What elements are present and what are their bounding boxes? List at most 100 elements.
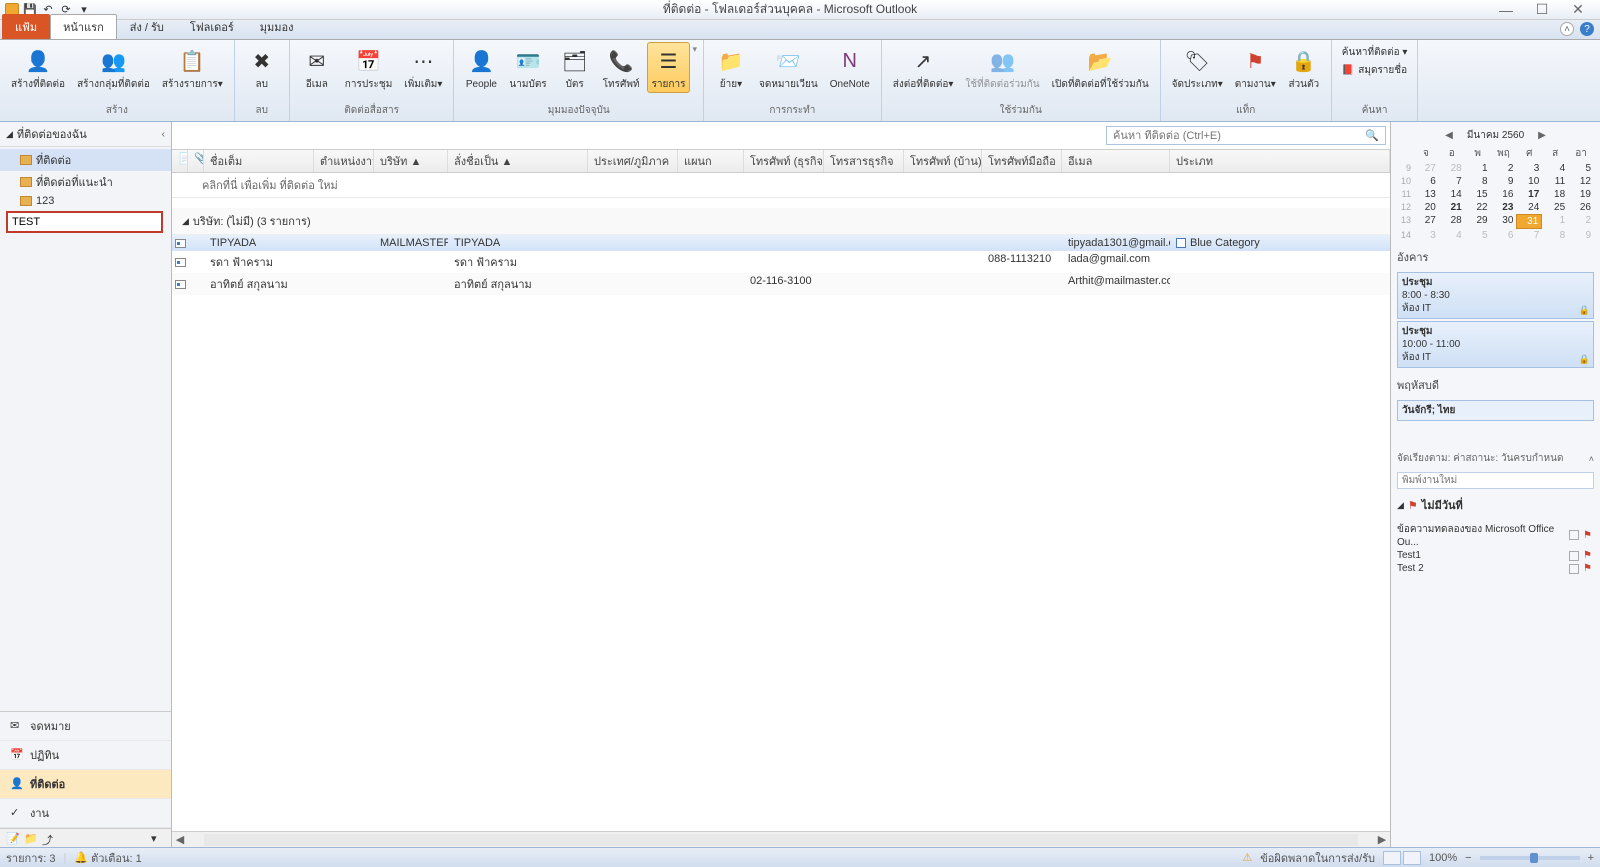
nav-calendar[interactable]: 📅ปฏิทิน xyxy=(0,741,171,770)
calendar-day[interactable]: 27 xyxy=(1413,214,1439,229)
calendar-day[interactable]: 22 xyxy=(1465,201,1491,214)
find-contact-dropdown[interactable]: ค้นหาที่ติดต่อ ▾ xyxy=(1338,44,1412,61)
view-gallery-more[interactable]: ▾ xyxy=(692,44,697,55)
view-reading-button[interactable] xyxy=(1403,851,1421,865)
contact-row[interactable]: รดา ฟ้าครามรดา ฟ้าคราม088-1113210lada@gm… xyxy=(172,251,1390,273)
reminder-icon[interactable]: 🔔 xyxy=(74,851,88,864)
zoom-out-icon[interactable]: − xyxy=(1465,852,1471,864)
prev-month-icon[interactable]: ◀ xyxy=(1441,130,1457,141)
col-fileas[interactable]: ลั่งชื่อเป็น ▲ xyxy=(448,150,588,172)
click-to-add-row[interactable]: คลิกที่นี่ เพื่อเพิ่ม ที่ติดต่อ ใหม่ xyxy=(172,173,1390,198)
calendar-day[interactable]: 5 xyxy=(1568,162,1594,175)
tree-item-contacts[interactable]: ที่ติดต่อ xyxy=(0,149,171,171)
checkbox[interactable] xyxy=(1569,530,1579,540)
calendar-day[interactable]: 19 xyxy=(1568,188,1594,201)
task-item[interactable]: ข้อความทดลองของ Microsoft Office Ou...⚑ xyxy=(1397,521,1594,549)
calendar-day[interactable]: 17 xyxy=(1516,188,1542,201)
calendar-day[interactable]: 4 xyxy=(1542,162,1568,175)
calendar-day[interactable]: 8 xyxy=(1465,175,1491,188)
calendar-day[interactable]: 31 xyxy=(1516,214,1542,229)
task-item[interactable]: Test1⚑ xyxy=(1397,549,1594,562)
open-shared-button[interactable]: 📂เปิดที่ติดต่อที่ใช้ร่วมกัน xyxy=(1047,42,1154,93)
calendar-day[interactable]: 9 xyxy=(1568,229,1594,242)
more-comm-button[interactable]: ⋯เพิ่มเติม▾ xyxy=(399,42,447,93)
categorize-button[interactable]: 🏷จัดประเภท▾ xyxy=(1167,42,1228,93)
calendar-day[interactable]: 11 xyxy=(1542,175,1568,188)
calendar-day[interactable]: 20 xyxy=(1413,201,1439,214)
calendar-day[interactable]: 1 xyxy=(1542,214,1568,229)
meeting-button[interactable]: 📅การประชุม xyxy=(340,42,398,93)
tab-home[interactable]: หน้าแรก xyxy=(50,14,117,39)
calendar-day[interactable]: 2 xyxy=(1568,214,1594,229)
search-icon[interactable]: 🔍 xyxy=(1365,129,1379,142)
status-error[interactable]: ข้อผิดพลาดในการส่ง/รับ xyxy=(1260,849,1375,867)
search-input[interactable] xyxy=(1113,130,1365,142)
col-jobtitle[interactable]: ตำแหน่งงาน xyxy=(314,150,374,172)
col-dept[interactable]: แผนก xyxy=(678,150,744,172)
col-company[interactable]: บริษัท ▲ xyxy=(374,150,448,172)
minimize-button[interactable]: — xyxy=(1492,2,1520,18)
task-sort-header[interactable]: จัดเรียงตาม: ค่าสถานะ: วันครบกำหนด ˄ xyxy=(1397,449,1594,468)
next-month-icon[interactable]: ▶ xyxy=(1534,130,1550,141)
calendar-day[interactable]: 27 xyxy=(1413,162,1439,175)
move-button[interactable]: 📁ย้าย▾ xyxy=(710,42,752,93)
address-book-button[interactable]: 📕สมุดรายชื่อ xyxy=(1338,62,1412,79)
contact-row[interactable]: TIPYADAMAILMASTERTIPYADAtipyada1301@gmai… xyxy=(172,235,1390,251)
new-contact-button[interactable]: 👤สร้างที่ติดต่อ xyxy=(6,42,70,93)
col-bizfax[interactable]: โทรสารธุรกิจ xyxy=(824,150,904,172)
col-bizphone[interactable]: โทรศัพท์ (ธุรกิจ) xyxy=(744,150,824,172)
holiday-item[interactable]: วันจักรี; ไทย xyxy=(1397,400,1594,421)
view-list-button[interactable]: ☰รายการ xyxy=(647,42,691,93)
nav-mail[interactable]: ✉จดหมาย xyxy=(0,712,171,741)
tree-item-suggested[interactable]: ที่ติดต่อที่แนะนำ xyxy=(0,171,171,193)
private-button[interactable]: 🔒ส่วนตัว xyxy=(1283,42,1325,93)
tab-file[interactable]: แฟ้ม xyxy=(2,14,50,39)
forward-contact-button[interactable]: ↗ส่งต่อที่ติดต่อ▾ xyxy=(888,42,959,93)
flag-icon[interactable]: ⚑ xyxy=(1583,563,1594,574)
col-categories[interactable]: ประเภท xyxy=(1170,150,1390,172)
col-email[interactable]: อีเมล xyxy=(1062,150,1170,172)
configure-buttons-icon[interactable]: ▾ xyxy=(151,832,165,844)
checkbox[interactable] xyxy=(1569,551,1579,561)
email-button[interactable]: ✉อีเมล xyxy=(296,42,338,93)
calendar-day[interactable]: 28 xyxy=(1439,162,1465,175)
nav-tasks[interactable]: ✓งาน xyxy=(0,799,171,828)
zoom-slider[interactable] xyxy=(1480,856,1580,860)
collapse-icon[interactable]: ‹ xyxy=(162,129,165,140)
calendar-day[interactable]: 26 xyxy=(1568,201,1594,214)
shortcuts-icon[interactable]: ⤴ xyxy=(42,832,56,844)
zoom-in-icon[interactable]: + xyxy=(1588,852,1594,864)
calendar-day[interactable]: 9 xyxy=(1491,175,1517,188)
horizontal-scrollbar[interactable]: ◀ ▶ xyxy=(172,831,1390,847)
calendar-day[interactable]: 1 xyxy=(1465,162,1491,175)
tab-send-receive[interactable]: ส่ง / รับ xyxy=(117,14,177,39)
calendar-day[interactable]: 6 xyxy=(1413,175,1439,188)
contact-row[interactable]: อาทิตย์ สกุลนามอาทิตย์ สกุลนาม02-116-310… xyxy=(172,273,1390,295)
onenote-button[interactable]: NOneNote xyxy=(825,42,875,93)
calendar-day[interactable]: 16 xyxy=(1491,188,1517,201)
flag-icon[interactable]: ⚑ xyxy=(1583,550,1594,561)
ribbon-minimize-icon[interactable]: ˄ xyxy=(1560,22,1574,36)
calendar-day[interactable]: 30 xyxy=(1491,214,1517,229)
task-item[interactable]: Test 2⚑ xyxy=(1397,562,1594,575)
calendar-day[interactable]: 7 xyxy=(1516,229,1542,242)
appointment-item[interactable]: ประชุม10:00 - 11:00ห้อง IT🔒 xyxy=(1397,321,1594,368)
my-contacts-header[interactable]: ◢ ที่ติดต่อของฉัน ‹ xyxy=(0,122,171,147)
calendar-day[interactable]: 21 xyxy=(1439,201,1465,214)
calendar-day[interactable]: 12 xyxy=(1568,175,1594,188)
calendar-day[interactable]: 28 xyxy=(1439,214,1465,229)
help-icon[interactable]: ? xyxy=(1580,22,1594,36)
calendar-day[interactable]: 13 xyxy=(1413,188,1439,201)
view-card-button[interactable]: 🗂บัตร xyxy=(554,42,596,93)
flag-icon[interactable]: ⚑ xyxy=(1583,530,1594,541)
calendar-day[interactable]: 4 xyxy=(1439,229,1465,242)
calendar-day[interactable]: 25 xyxy=(1542,201,1568,214)
delete-button[interactable]: ✖ลบ xyxy=(241,42,283,93)
col-country[interactable]: ประเทศ/ภูมิภาค xyxy=(588,150,678,172)
tab-folder[interactable]: โฟลเดอร์ xyxy=(177,14,247,39)
view-phone-button[interactable]: 📞โทรศัพท์ xyxy=(598,42,645,93)
calendar-day[interactable]: 3 xyxy=(1413,229,1439,242)
new-items-button[interactable]: 📋สร้างรายการ▾ xyxy=(157,42,228,93)
mailmerge-button[interactable]: 📨จดหมายเวียน xyxy=(754,42,823,93)
search-box[interactable]: 🔍 xyxy=(1106,126,1386,145)
